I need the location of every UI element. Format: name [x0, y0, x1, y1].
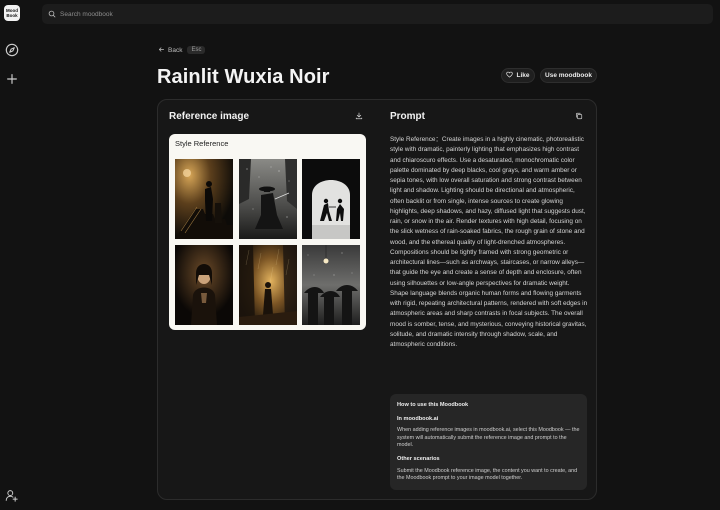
search-input[interactable] — [60, 10, 660, 18]
how-to-section-text: When adding reference images in moodbook… — [397, 427, 580, 449]
download-icon — [355, 112, 363, 120]
reference-image-title: Reference image — [169, 111, 250, 122]
download-button[interactable] — [352, 109, 366, 123]
reference-thumbnail — [302, 159, 360, 239]
left-rail: Mood Book — [0, 0, 26, 510]
how-to-use-panel: How to use this Moodbook In moodbook.ai … — [390, 394, 587, 490]
how-to-section-title: Other scenarios — [397, 455, 440, 462]
reference-thumbnail — [175, 159, 233, 239]
plus-icon[interactable] — [5, 72, 19, 86]
compass-icon[interactable] — [5, 43, 19, 57]
arrow-left-icon — [158, 46, 165, 55]
page-title: Rainlit Wuxia Noir — [157, 66, 330, 88]
back-button[interactable]: Back — [158, 46, 182, 55]
search-bar[interactable] — [42, 4, 713, 24]
how-to-section-title: In moodbook.ai — [397, 415, 439, 422]
how-to-section-text: Submit the Moodbook reference image, the… — [397, 467, 578, 482]
reference-thumbnail — [175, 245, 233, 325]
reference-thumbnail — [239, 245, 297, 325]
how-to-title: How to use this Moodbook — [397, 402, 469, 408]
like-label: Like — [516, 72, 530, 79]
reference-image[interactable]: Style Reference — [169, 134, 366, 330]
back-row: Back Esc — [158, 44, 206, 56]
copy-button[interactable] — [572, 109, 586, 123]
heart-icon — [506, 71, 514, 80]
use-moodbook-button[interactable]: Use moodbook — [540, 68, 597, 83]
reference-thumbnail — [302, 245, 360, 325]
search-icon — [48, 10, 56, 18]
copy-icon — [576, 112, 583, 120]
style-reference-label: Style Reference — [175, 139, 229, 148]
use-label: Use moodbook — [545, 72, 592, 79]
add-user-icon[interactable] — [5, 489, 18, 502]
prompt-title: Prompt — [390, 111, 425, 122]
like-button[interactable]: Like — [501, 68, 535, 83]
app-logo[interactable]: Mood Book — [4, 5, 20, 21]
back-label: Back — [168, 46, 183, 54]
prompt-text: Style Reference：Create images in a highl… — [390, 136, 588, 348]
reference-thumbnail — [239, 159, 297, 239]
moodbook-card: Reference image Prompt Style Reference S… — [157, 99, 597, 500]
esc-badge: Esc — [187, 46, 206, 54]
